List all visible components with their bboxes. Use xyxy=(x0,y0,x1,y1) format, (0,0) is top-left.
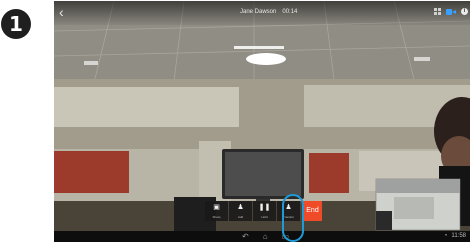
add-participant-button[interactable]: ♟ Add xyxy=(229,201,252,221)
hold-button[interactable]: ❚❚ Hold xyxy=(253,201,276,221)
transfer-highlight-callout xyxy=(282,194,304,242)
video-camera-icon[interactable] xyxy=(446,8,456,15)
layout-grid-icon[interactable] xyxy=(434,8,441,15)
back-chevron-icon[interactable]: ‹ xyxy=(59,4,64,20)
status-right: ◔ 11:58 xyxy=(444,233,466,239)
pause-icon: ❚❚ xyxy=(258,204,271,211)
top-right-icons: i xyxy=(434,8,468,15)
step-number-badge: 1 xyxy=(1,9,31,39)
wifi-icon: ◔ xyxy=(443,233,448,239)
home-icon[interactable]: ⌂ xyxy=(263,232,268,241)
contact-name: Jane Dawson xyxy=(240,9,277,15)
system-nav-bar: ↶ ⌂ ▭ ◔ 11:58 xyxy=(54,231,470,242)
call-duration: 00:14 xyxy=(282,9,298,15)
info-icon[interactable]: i xyxy=(461,8,468,15)
tablet-screen: ‹ Jane Dawson 00:14 i ▣ Share ♟ Add ❚❚ Ho… xyxy=(54,1,470,242)
end-call-button[interactable]: End xyxy=(303,201,322,221)
add-participant-icon: ♟ xyxy=(237,204,244,211)
share-label: Share xyxy=(212,215,221,219)
clock: 11:58 xyxy=(451,233,466,239)
in-call-toolbar: ▣ Share ♟ Add ❚❚ Hold ♟ Transfer End xyxy=(205,201,322,221)
back-icon[interactable]: ↶ xyxy=(242,232,249,241)
call-title: Jane Dawson 00:14 xyxy=(240,9,303,15)
share-button[interactable]: ▣ Share xyxy=(205,201,228,221)
hold-label: Hold xyxy=(261,215,268,219)
call-top-bar: ‹ Jane Dawson 00:14 i xyxy=(54,1,470,25)
add-label: Add xyxy=(237,215,244,219)
share-icon: ▣ xyxy=(213,204,220,211)
